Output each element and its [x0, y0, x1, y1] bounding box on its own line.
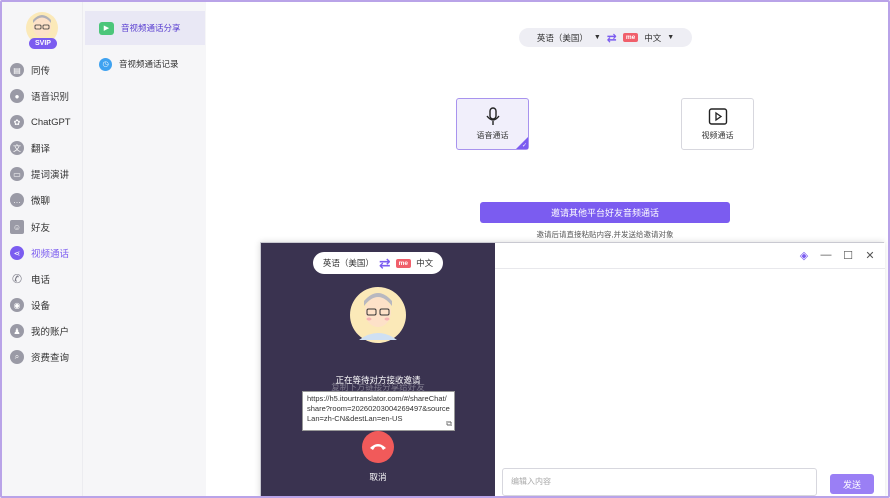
- swap-language-icon[interactable]: ⇄: [607, 31, 617, 45]
- friends-icon: ☺: [10, 220, 24, 234]
- submenu-item-records[interactable]: ◷ 音视频通话记录: [85, 47, 205, 81]
- sidebar-item-label: 资费查询: [31, 353, 70, 364]
- sidebar-item-label: 微聊: [31, 196, 51, 207]
- message-input[interactable]: 编辑入内容: [502, 468, 817, 496]
- sidebar-item-device[interactable]: ◉ 设备: [10, 294, 80, 316]
- sidebar-item-label: ChatGPT: [31, 116, 71, 128]
- maximize-icon[interactable]: ☐: [841, 248, 855, 262]
- call-source-language: 英语（美国）: [322, 258, 374, 268]
- hangup-icon: [370, 444, 386, 450]
- call-target-language: 中文: [416, 258, 434, 268]
- translate-icon: 文: [10, 141, 24, 155]
- video-call-label: 视频通话: [701, 131, 734, 140]
- minimize-icon[interactable]: —: [819, 248, 833, 262]
- sidebar: SVIP ▤ 同传 ● 语音识别 ✿ ChatGPT 文 翻译 ▭ 提词演讲 ……: [2, 2, 82, 496]
- copy-icon[interactable]: ⧉: [446, 419, 452, 429]
- sidebar-item-label: 同传: [31, 66, 51, 77]
- sidebar-item-account[interactable]: ♟ 我的账户: [10, 320, 80, 342]
- sidebar-item-label: 设备: [31, 301, 51, 312]
- submenu-item-share[interactable]: ▶ 音视频通话分享: [85, 11, 205, 45]
- share-link-text: https://h5.itourtranslator.com/#/shareCh…: [307, 394, 450, 423]
- svip-badge: SVIP: [29, 38, 57, 49]
- share-link-box[interactable]: https://h5.itourtranslator.com/#/shareCh…: [302, 391, 455, 431]
- sidebar-item-chat[interactable]: … 微聊: [10, 189, 80, 211]
- send-button[interactable]: 发送: [830, 474, 874, 494]
- chat-icon: …: [10, 193, 24, 207]
- invite-hint: 邀请后请直接粘贴内容,并发送给邀请对象: [536, 230, 674, 239]
- sidebar-item-video-call[interactable]: ⋖ 视频通话: [10, 242, 80, 264]
- check-icon: ✓: [521, 143, 527, 149]
- sidebar-item-label: 好友: [31, 223, 51, 234]
- chat-panel: ◈ — ☐ ✕ 编辑入内容 发送: [495, 243, 885, 496]
- me-badge: me: [395, 258, 412, 268]
- callee-avatar: [349, 286, 407, 344]
- sidebar-item-label: 翻译: [31, 144, 51, 155]
- video-play-icon: [708, 108, 727, 125]
- call-window: 英语（美国） ⇄ me 中文 复制下方链接分享给好友 正在等待对方接收邀请 ht…: [260, 242, 885, 496]
- avatar-illustration: [350, 287, 406, 343]
- search-icon: ⌕: [10, 350, 24, 364]
- video-call-icon: ⋖: [10, 246, 24, 260]
- sidebar-item-friends[interactable]: ☺ 好友: [10, 216, 80, 238]
- sidebar-item-chatgpt[interactable]: ✿ ChatGPT: [10, 111, 80, 133]
- me-badge: me: [622, 33, 639, 42]
- device-icon: ◉: [10, 298, 24, 312]
- target-language-select[interactable]: 中文: [644, 32, 661, 44]
- mic-icon: ●: [10, 89, 24, 103]
- voice-call-card[interactable]: 语音通话 ✓: [456, 98, 529, 150]
- sidebar-item-simultaneous[interactable]: ▤ 同传: [10, 59, 80, 81]
- video-share-icon: ▶: [99, 21, 114, 35]
- voice-call-label: 语音通话: [476, 131, 509, 140]
- call-record-icon: ◷: [99, 57, 112, 71]
- teleprompter-icon: ▭: [10, 167, 24, 181]
- call-panel: 英语（美国） ⇄ me 中文 复制下方链接分享给好友 正在等待对方接收邀请 ht…: [261, 243, 495, 496]
- simultaneous-icon: ▤: [10, 63, 24, 77]
- submenu: ▶ 音视频通话分享 ◷ 音视频通话记录: [82, 2, 206, 496]
- sidebar-item-speech-recognition[interactable]: ● 语音识别: [10, 85, 80, 107]
- source-language-select[interactable]: 英语（美国）: [537, 32, 588, 44]
- sidebar-item-translate[interactable]: 文 翻译: [10, 137, 80, 159]
- sidebar-item-label: 视频通话: [31, 249, 70, 260]
- microphone-icon: [485, 107, 500, 125]
- layers-icon[interactable]: ◈: [797, 248, 811, 262]
- sidebar-item-label: 电话: [31, 275, 51, 286]
- user-avatar[interactable]: SVIP: [22, 10, 62, 50]
- sidebar-item-label: 提词演讲: [31, 170, 70, 181]
- waiting-status: 正在等待对方接收邀请: [335, 375, 421, 385]
- sidebar-item-rates[interactable]: ⌕ 资费查询: [10, 346, 80, 368]
- sidebar-item-label: 我的账户: [31, 327, 70, 338]
- account-icon: ♟: [10, 324, 24, 338]
- chatgpt-icon: ✿: [10, 115, 24, 129]
- swap-language-icon: ⇄: [378, 254, 391, 271]
- cancel-label: 取消: [369, 472, 387, 482]
- submenu-item-label: 音视频通话记录: [119, 59, 179, 69]
- app-window: SVIP ▤ 同传 ● 语音识别 ✿ ChatGPT 文 翻译 ▭ 提词演讲 ……: [0, 0, 890, 498]
- sidebar-item-teleprompter[interactable]: ▭ 提词演讲: [10, 163, 80, 185]
- chevron-down-icon[interactable]: ▼: [594, 34, 601, 41]
- chevron-down-icon[interactable]: ▼: [667, 34, 674, 41]
- invite-button[interactable]: 邀请其他平台好友音频通话: [480, 202, 730, 223]
- close-icon[interactable]: ✕: [863, 248, 877, 262]
- phone-icon: ✆: [11, 272, 23, 286]
- submenu-item-label: 音视频通话分享: [121, 23, 181, 33]
- video-call-card[interactable]: 视频通话: [681, 98, 754, 150]
- call-language-bar: 英语（美国） ⇄ me 中文: [313, 252, 443, 274]
- sidebar-item-phone[interactable]: ✆ 电话: [10, 268, 80, 290]
- hangup-button[interactable]: [362, 431, 394, 463]
- language-selector: 英语（美国） ▼ ⇄ me 中文 ▼: [519, 28, 692, 47]
- window-titlebar: ◈ — ☐ ✕: [495, 243, 885, 269]
- sidebar-item-label: 语音识别: [31, 92, 70, 103]
